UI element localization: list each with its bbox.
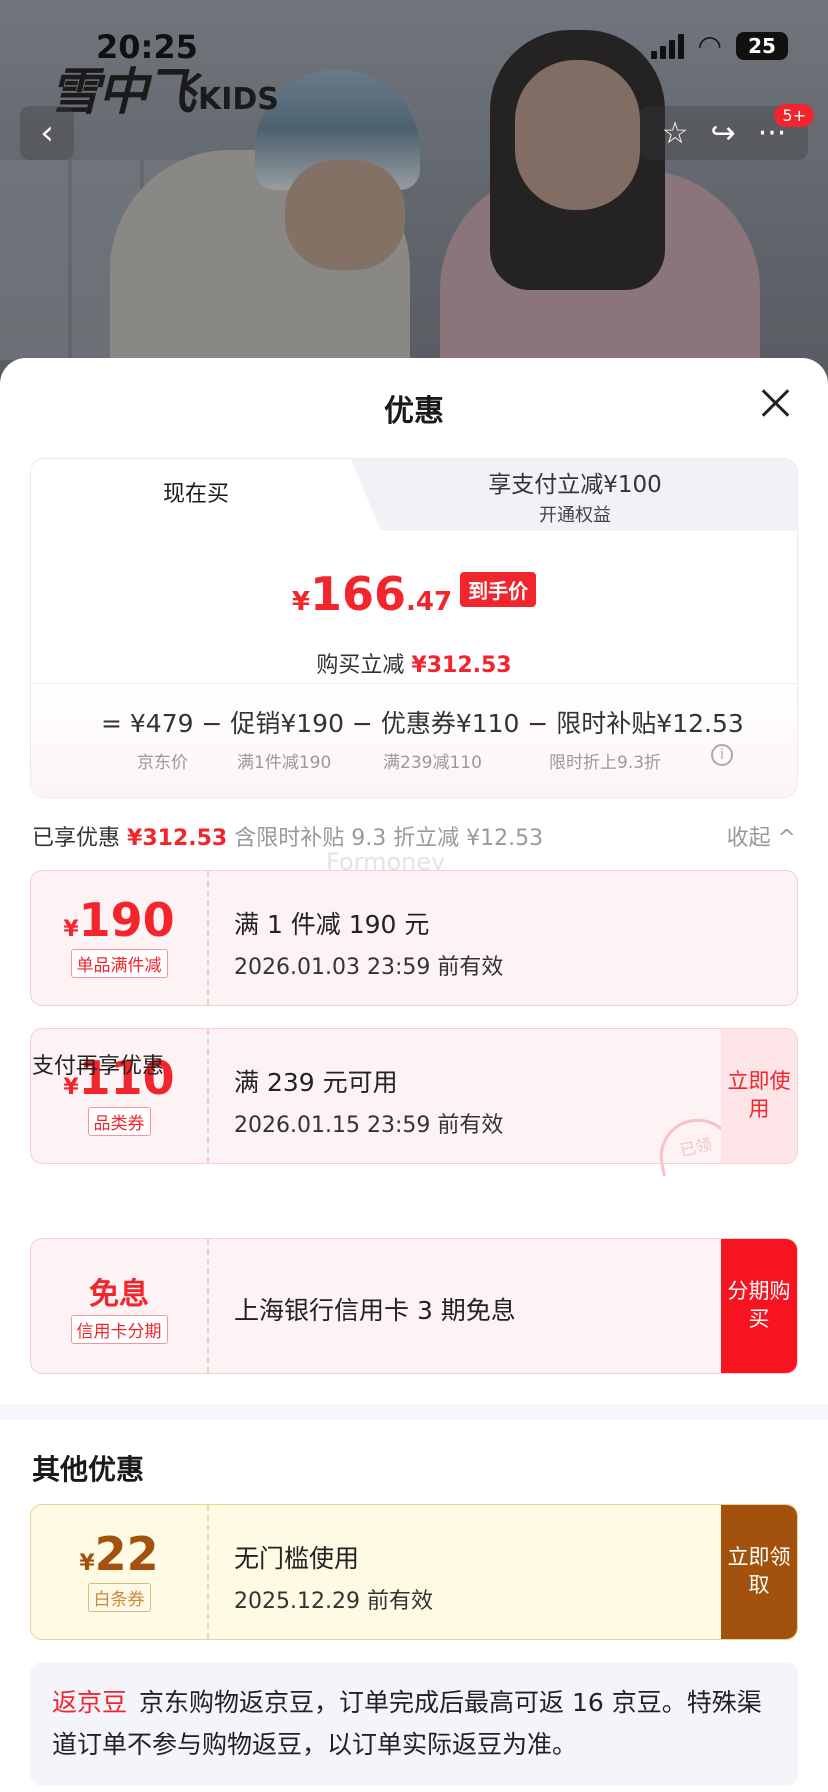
- tab-buy-now[interactable]: 现在买: [31, 459, 361, 531]
- enjoyed-summary: 已享优惠 ¥312.53 含限时补贴 9.3 折立减 ¥12.53: [32, 826, 544, 851]
- bean-highlight: 返京豆: [52, 1688, 128, 1717]
- coupon-valid: 2026.01.03 23:59 前有效: [234, 955, 504, 980]
- coupon-valid: 2025.12.29 前有效: [234, 1589, 433, 1614]
- pay-offer-card: 免息 信用卡分期 上海银行信用卡 3 期免息 分期购买: [30, 1238, 798, 1374]
- final-price: ¥166.47 到手价: [31, 567, 797, 621]
- breakdown-coupon: 满239减110: [383, 753, 482, 773]
- coupon-title: 满 1 件减 190 元: [234, 910, 430, 939]
- sheet-title: 优惠: [384, 394, 444, 429]
- price-breakdown: = ¥479 − 促销¥190 − 优惠券¥110 − 限时补贴¥12.53 京…: [31, 683, 797, 797]
- pay-offer-title: 上海银行信用卡 3 期免息: [234, 1296, 516, 1325]
- reduce-line: 购买立减 ¥312.53: [316, 653, 512, 678]
- coupon-card: ¥190 单品满件减 满 1 件减 190 元 2026.01.03 23:59…: [30, 870, 798, 1006]
- other-offers-title: 其他优惠: [32, 1453, 145, 1486]
- section-divider: [0, 1404, 828, 1420]
- coupon-valid: 2026.01.15 23:59 前有效: [234, 1113, 504, 1138]
- coupon-title: 无门槛使用: [234, 1544, 360, 1573]
- bean-text: 京东购物返京豆，订单完成后最高可返 16 京豆。特殊渠道订单不参与购物返豆，以订…: [52, 1688, 762, 1759]
- tab-pay-discount[interactable]: 享支付立减¥100 开通权益: [351, 459, 797, 531]
- use-now-button[interactable]: 立即使用: [721, 1029, 797, 1163]
- breakdown-jd-price: 京东价: [137, 753, 188, 773]
- breakdown-formula: = ¥479 − 促销¥190 − 优惠券¥110 − 限时补贴¥12.53: [101, 709, 744, 738]
- breakdown-promo: 满1件减190: [237, 753, 332, 773]
- status-time: 20:25: [96, 28, 198, 66]
- claim-now-button[interactable]: 立即领取: [721, 1505, 797, 1639]
- coupon-type-label: 白条券: [87, 1583, 151, 1612]
- price-card: 现在买 享支付立减¥100 开通权益 ¥166.47 到手价 购买立减 ¥312.…: [30, 458, 798, 798]
- chevron-left-icon: ‹: [40, 113, 54, 153]
- jd-bean-notice: 返京豆 京东购物返京豆，订单完成后最高可返 16 京豆。特殊渠道订单不参与购物返豆…: [30, 1662, 798, 1786]
- signal-icon: [650, 33, 684, 59]
- info-icon[interactable]: i: [711, 744, 733, 766]
- back-button[interactable]: ‹: [20, 106, 74, 160]
- coupon-type-label: 单品满件减: [70, 949, 168, 978]
- pay-section-title: 支付再享优惠: [32, 1054, 165, 1079]
- share-icon[interactable]: ↪: [711, 116, 736, 151]
- message-badge: 5+: [774, 104, 814, 127]
- battery-icon: 25: [736, 32, 788, 60]
- coupon-title: 满 239 元可用: [234, 1068, 398, 1097]
- pay-offer-label: 信用卡分期: [70, 1315, 168, 1344]
- star-icon[interactable]: ☆: [662, 116, 689, 151]
- close-icon[interactable]: [760, 388, 790, 418]
- coupon-type-label: 品类券: [87, 1107, 151, 1136]
- baitiao-coupon-card: ¥22 白条券 无门槛使用 2025.12.29 前有效 立即领取: [30, 1504, 798, 1640]
- breakdown-subsidy: 限时折上9.3折: [549, 753, 662, 773]
- wifi-icon: ◠: [697, 29, 722, 62]
- installment-buy-button[interactable]: 分期购买: [721, 1239, 797, 1373]
- status-icons: ◠ 25: [650, 29, 788, 62]
- final-price-tag: 到手价: [460, 572, 537, 607]
- collapse-button[interactable]: 收起 ^: [727, 820, 796, 852]
